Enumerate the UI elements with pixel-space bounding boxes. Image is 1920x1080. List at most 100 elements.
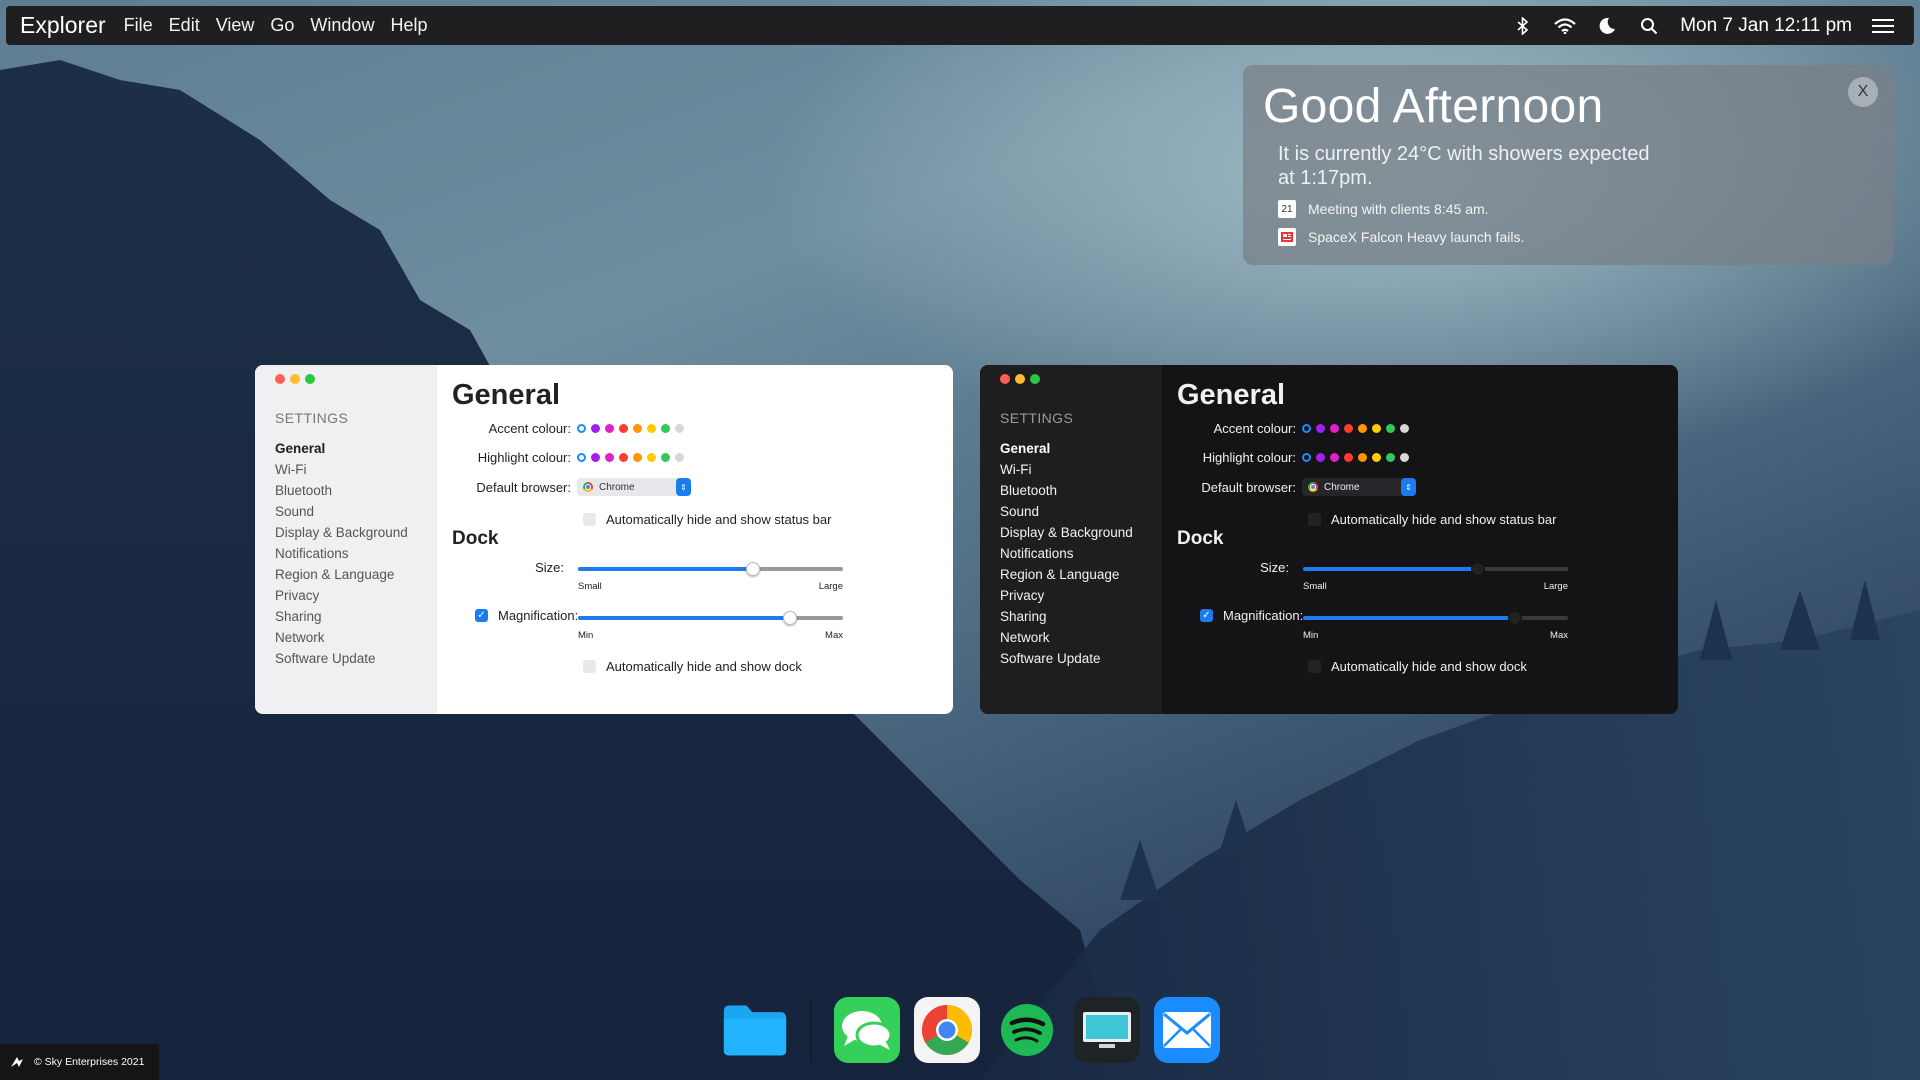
colour-swatch[interactable] [1386,453,1395,462]
close-window-button[interactable] [1000,374,1010,384]
dock-hide-checkbox[interactable] [583,660,596,673]
colour-swatch[interactable] [1386,424,1395,433]
colour-swatch[interactable] [1316,453,1325,462]
colour-swatch[interactable] [1400,424,1409,433]
colour-swatch[interactable] [591,453,600,462]
sidebar-item-wifi[interactable]: Wi-Fi [1000,459,1162,480]
sidebar-item-display[interactable]: Display & Background [1000,522,1162,543]
notification-item[interactable]: SpaceX Falcon Heavy launch fails. [1278,228,1873,246]
sidebar-item-display[interactable]: Display & Background [275,522,437,543]
default-browser-select[interactable]: Chrome ⇕ [1302,478,1416,496]
close-notification-button[interactable]: X [1848,77,1878,107]
size-slider[interactable] [578,562,843,576]
zoom-window-button[interactable] [1030,374,1040,384]
menu-go[interactable]: Go [270,15,294,36]
status-bar-checkbox[interactable] [583,513,596,526]
colour-swatch[interactable] [661,453,670,462]
colour-swatch[interactable] [619,424,628,433]
sidebar-item-region[interactable]: Region & Language [1000,564,1162,585]
magnification-slider[interactable] [1303,611,1568,625]
colour-swatch[interactable] [633,453,642,462]
colour-swatch[interactable] [1344,424,1353,433]
colour-swatch[interactable] [647,453,656,462]
colour-swatch[interactable] [1316,424,1325,433]
magnification-checkbox[interactable]: ✓ [1200,609,1213,622]
sidebar-item-network[interactable]: Network [1000,627,1162,648]
colour-swatch[interactable] [619,453,628,462]
sidebar-item-notifications[interactable]: Notifications [275,543,437,564]
moon-icon[interactable] [1596,15,1618,37]
magnification-checkbox[interactable]: ✓ [475,609,488,622]
close-window-button[interactable] [275,374,285,384]
notification-item[interactable]: 21 Meeting with clients 8:45 am. [1278,200,1873,218]
highlight-colour-swatches[interactable] [1302,453,1409,462]
zoom-window-button[interactable] [305,374,315,384]
colour-swatch[interactable] [1372,424,1381,433]
status-bar-checkbox[interactable] [1308,513,1321,526]
minimize-window-button[interactable] [290,374,300,384]
colour-swatch[interactable] [1302,424,1311,433]
sidebar-item-region[interactable]: Region & Language [275,564,437,585]
sidebar-item-bluetooth[interactable]: Bluetooth [1000,480,1162,501]
menu-view[interactable]: View [216,15,255,36]
size-slider-handle[interactable] [745,562,760,576]
sidebar-item-sound[interactable]: Sound [275,501,437,522]
colour-swatch[interactable] [1302,453,1311,462]
colour-swatch[interactable] [577,424,586,433]
menu-help[interactable]: Help [390,15,427,36]
app-name[interactable]: Explorer [20,12,106,39]
sidebar-item-general[interactable]: General [275,438,437,459]
search-icon[interactable] [1638,15,1660,37]
highlight-colour-swatches[interactable] [577,453,684,462]
menu-window[interactable]: Window [310,15,374,36]
colour-swatch[interactable] [605,424,614,433]
accent-colour-swatches[interactable] [577,424,684,433]
sidebar-item-sharing[interactable]: Sharing [1000,606,1162,627]
colour-swatch[interactable] [647,424,656,433]
menu-edit[interactable]: Edit [169,15,200,36]
sidebar-item-privacy[interactable]: Privacy [275,585,437,606]
magnification-slider-handle[interactable] [1508,611,1522,625]
sidebar-item-notifications[interactable]: Notifications [1000,543,1162,564]
sidebar-item-bluetooth[interactable]: Bluetooth [275,480,437,501]
sidebar-item-network[interactable]: Network [275,627,437,648]
colour-swatch[interactable] [577,453,586,462]
size-slider[interactable] [1303,562,1568,576]
menu-icon[interactable] [1872,15,1894,37]
sidebar-item-general[interactable]: General [1000,438,1162,459]
dock-app-screen[interactable] [1074,997,1140,1063]
bluetooth-icon[interactable] [1512,15,1534,37]
wifi-icon[interactable] [1554,15,1576,37]
colour-swatch[interactable] [1330,424,1339,433]
menu-file[interactable]: File [124,15,153,36]
colour-swatch[interactable] [1330,453,1339,462]
sidebar-item-sharing[interactable]: Sharing [275,606,437,627]
menubar-clock[interactable]: Mon 7 Jan 12:11 pm [1680,15,1852,37]
sidebar-item-privacy[interactable]: Privacy [1000,585,1162,606]
minimize-window-button[interactable] [1015,374,1025,384]
colour-swatch[interactable] [1358,453,1367,462]
colour-swatch[interactable] [591,424,600,433]
dock-app-mail[interactable] [1154,997,1220,1063]
colour-swatch[interactable] [675,424,684,433]
colour-swatch[interactable] [1344,453,1353,462]
sidebar-item-software-update[interactable]: Software Update [1000,648,1162,669]
dock-app-chrome[interactable] [914,997,980,1063]
default-browser-select[interactable]: Chrome ⇕ [577,478,691,496]
colour-swatch[interactable] [661,424,670,433]
colour-swatch[interactable] [675,453,684,462]
magnification-slider-handle[interactable] [783,611,797,625]
sidebar-item-software-update[interactable]: Software Update [275,648,437,669]
colour-swatch[interactable] [633,424,642,433]
accent-colour-swatches[interactable] [1302,424,1409,433]
colour-swatch[interactable] [605,453,614,462]
dock-app-files[interactable] [722,997,788,1063]
size-slider-handle[interactable] [1470,562,1485,576]
sidebar-item-sound[interactable]: Sound [1000,501,1162,522]
colour-swatch[interactable] [1400,453,1409,462]
dock-app-spotify[interactable] [994,997,1060,1063]
colour-swatch[interactable] [1372,453,1381,462]
dock-app-messages[interactable] [834,997,900,1063]
dock-hide-checkbox[interactable] [1308,660,1321,673]
sidebar-item-wifi[interactable]: Wi-Fi [275,459,437,480]
